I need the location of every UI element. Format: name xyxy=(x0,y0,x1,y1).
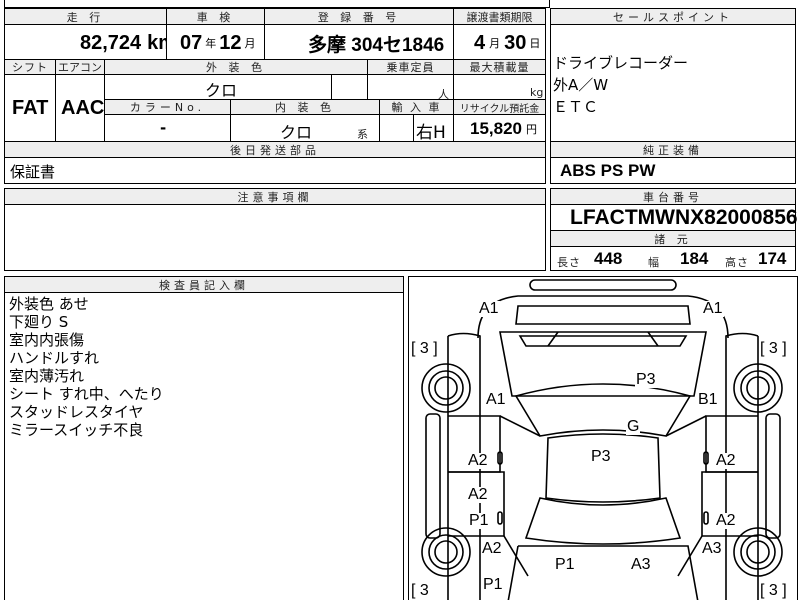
right-outer-strip xyxy=(765,413,781,539)
damage-mark: A1 xyxy=(478,300,500,317)
height-label: 高さ xyxy=(725,256,749,269)
damage-mark: A2 xyxy=(481,540,503,557)
notes-box xyxy=(4,204,546,271)
roof xyxy=(545,433,661,503)
genuine-value: ABS PS PW xyxy=(560,161,656,180)
damage-mark: G xyxy=(626,418,641,435)
chassis-header: 車台番号 xyxy=(550,188,796,205)
genuine-header: 純正装備 xyxy=(550,141,796,158)
hood-outline xyxy=(499,331,707,397)
length-label: 長さ xyxy=(557,256,581,269)
ext-color-value: クロ xyxy=(205,81,238,100)
color-no-cell xyxy=(104,114,231,142)
registration-value: 多摩 304セ1846 xyxy=(308,34,445,56)
registration-header: 登 録 番 号 xyxy=(264,8,454,25)
wheel-left-front xyxy=(421,363,471,413)
damage-mark: A1 xyxy=(485,391,507,408)
rear-body xyxy=(507,545,699,600)
sales-point-item: 外A／W xyxy=(553,76,609,94)
inspection-header: 車 検 xyxy=(166,8,265,25)
mileage-value: 82,724 km xyxy=(80,31,177,54)
wheel-left-rear xyxy=(421,527,471,577)
left-outer-strip xyxy=(425,413,441,539)
windshield xyxy=(514,383,692,437)
ext-color-header: 外 装 色 xyxy=(104,59,368,75)
sales-point-item: ドライブレコーダー xyxy=(553,54,689,72)
tire-tread-left-front: [ 3 ] xyxy=(410,340,439,357)
damage-mark: A2 xyxy=(715,452,737,469)
tire-tread-left-rear: [ 3 xyxy=(410,582,430,599)
int-color-header: 内 装 色 xyxy=(230,99,380,115)
shift-value: FAT xyxy=(12,96,49,119)
front-bumper xyxy=(529,279,677,291)
tire-tread-right-front: [ 3 ] xyxy=(759,340,788,357)
notes-header: 注意事項欄 xyxy=(4,188,546,205)
import-divider xyxy=(379,114,414,142)
damage-mark: P1 xyxy=(554,556,576,573)
width-value: 184 xyxy=(680,249,709,268)
ac-value: AAC xyxy=(61,96,105,119)
post-shipping-box xyxy=(4,157,546,184)
mileage-header: 走 行 xyxy=(4,8,167,25)
recycle-header: リサイクル預託金 xyxy=(453,99,546,115)
int-color-suffix: 系 xyxy=(357,128,370,141)
ac-header: エアコン xyxy=(55,59,105,75)
damage-mark: A2 xyxy=(467,486,489,503)
capacity-header: 乗車定員 xyxy=(367,59,454,75)
color-no-header: カラーNo. xyxy=(104,99,231,115)
damage-mark: P3 xyxy=(635,371,657,388)
inspector-line: ミラースイッチ不良 xyxy=(9,421,144,439)
tire-tread-right-rear: [ 3 ] xyxy=(759,582,788,599)
ext-color-extra-cell xyxy=(331,74,368,100)
damage-mark: B1 xyxy=(697,391,719,408)
inspection-value: 07 年 12 月 xyxy=(180,31,256,54)
top-border-strip xyxy=(4,0,550,8)
sales-points-header: セールスポイント xyxy=(550,8,796,25)
damage-mark: A1 xyxy=(702,300,724,317)
car-diagram xyxy=(421,279,783,600)
recycle-value: 15,820 円 xyxy=(470,119,537,138)
damage-mark: P3 xyxy=(590,448,612,465)
damage-mark: P1 xyxy=(468,512,490,529)
rear-window xyxy=(524,497,682,545)
height-value: 174 xyxy=(758,249,787,268)
transfer-header: 譲渡書類期限 xyxy=(453,8,546,25)
post-shipping-value: 保証書 xyxy=(10,163,56,181)
damage-mark: A3 xyxy=(630,556,652,573)
width-label: 幅 xyxy=(648,256,661,269)
int-color-value: クロ xyxy=(280,123,313,142)
post-shipping-header: 後日発送部品 xyxy=(4,141,546,158)
color-no-value: - xyxy=(160,119,167,137)
inspector-header: 検査員記入欄 xyxy=(4,276,404,293)
transfer-value: 4 月 30 日 xyxy=(474,31,541,54)
load-unit: kg xyxy=(530,86,544,99)
damage-mark: A3 xyxy=(701,540,723,557)
damage-mark: A2 xyxy=(715,512,737,529)
damage-mark: A2 xyxy=(467,452,489,469)
hood-inner xyxy=(518,335,688,347)
damage-mark: P1 xyxy=(482,576,504,593)
front-panel xyxy=(515,305,691,325)
sales-point-item: ＥＴＣ xyxy=(553,98,599,116)
import-header: 輸 入 車 xyxy=(379,99,454,115)
shift-header: シフト xyxy=(4,59,56,75)
chassis-value: LFACTMWNX82000856 xyxy=(570,206,798,229)
dims-header: 諸 元 xyxy=(550,230,796,247)
length-value: 448 xyxy=(594,249,623,268)
load-header: 最大積載量 xyxy=(453,59,546,75)
import-value: 右H xyxy=(416,123,446,143)
